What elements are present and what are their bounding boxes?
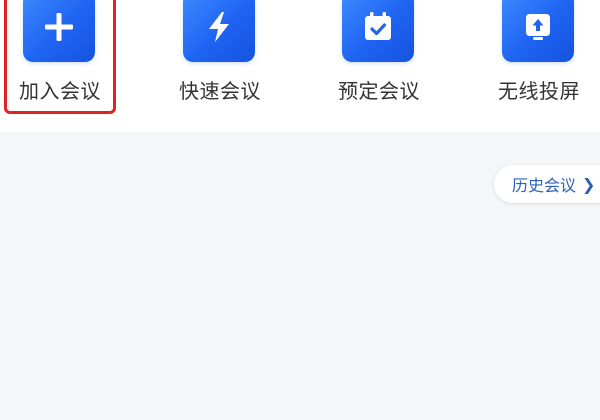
plus-icon [23,0,95,62]
wireless-projection-label: 无线投屏 [498,79,580,103]
history-meetings-label: 历史会议 [512,176,577,195]
wireless-projection-button[interactable]: 无线投屏 [479,0,599,110]
history-meetings-button[interactable]: 历史会议 ❯ [494,165,600,203]
lightning-icon [183,0,255,62]
quick-meeting-button[interactable]: 快速会议 [160,0,280,110]
screen-cast-icon [502,0,574,62]
chevron-right-icon: ❯ [582,174,596,194]
schedule-meeting-button[interactable]: 预定会议 [319,0,439,110]
schedule-meeting-label: 预定会议 [338,79,420,103]
join-meeting-label: 加入会议 [19,79,101,103]
join-meeting-button[interactable]: 加入会议 [0,0,120,110]
quick-actions-panel: 加入会议 快速会议 预定会议 无线投屏 [0,0,600,132]
quick-meeting-label: 快速会议 [179,79,261,103]
calendar-check-icon [342,0,414,62]
